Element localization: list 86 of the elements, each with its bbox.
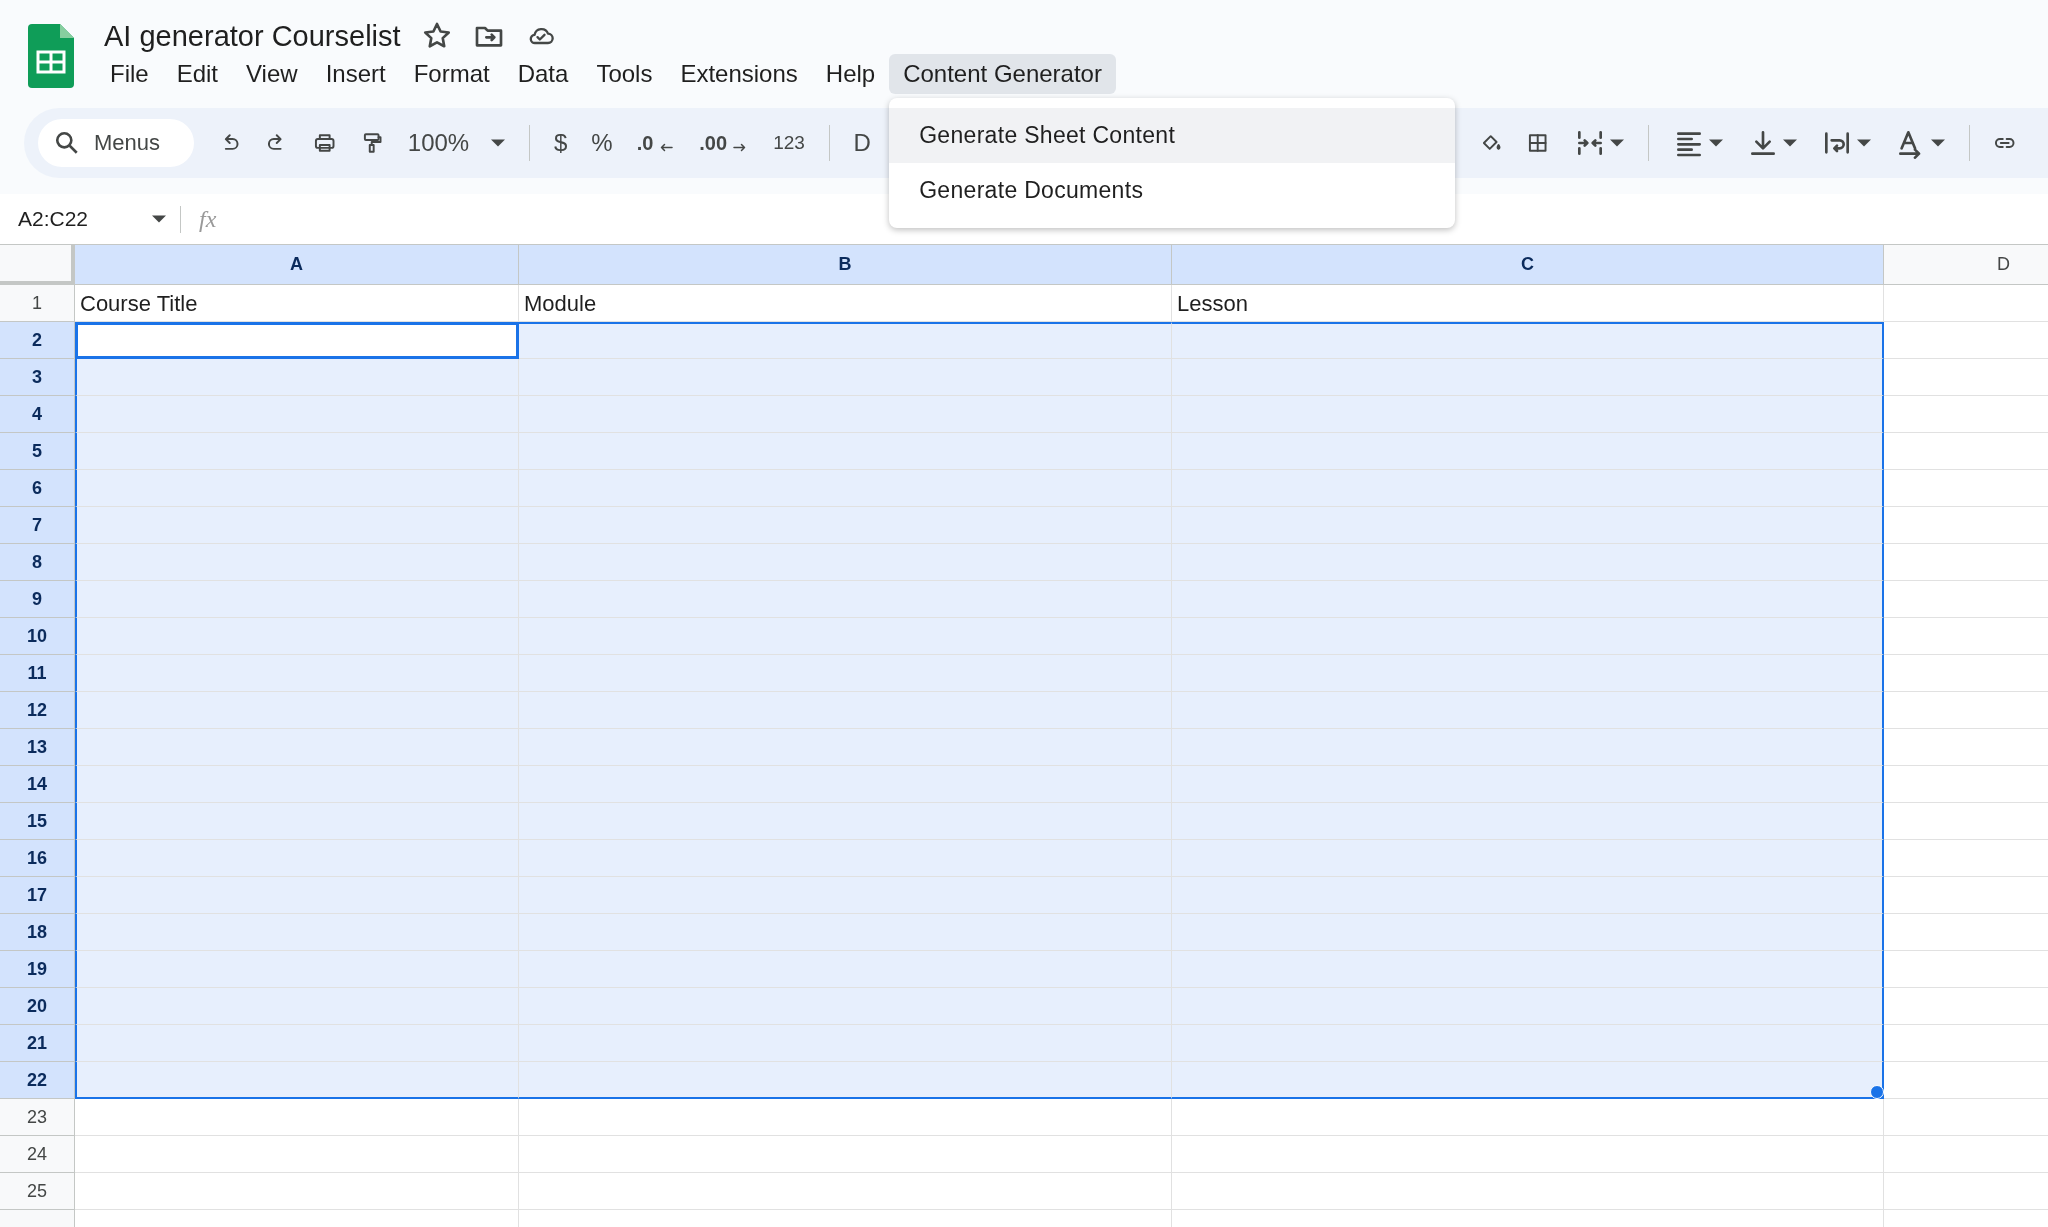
table-cell[interactable] — [1172, 988, 1884, 1025]
function-label: fx — [180, 205, 217, 233]
dropdown-item[interactable]: Generate Sheet Content — [889, 108, 1456, 163]
row-header[interactable]: 20 — [0, 988, 75, 1025]
table-cell[interactable] — [1172, 507, 1884, 544]
table-cell[interactable] — [1172, 655, 1884, 692]
row-header[interactable]: 3 — [0, 359, 75, 396]
table-cell[interactable] — [1172, 1025, 1884, 1062]
table-cell[interactable] — [1172, 433, 1884, 470]
document-title[interactable]: AI generator Courselist — [104, 19, 401, 53]
table-cell[interactable] — [1172, 396, 1884, 433]
menu-item[interactable]: Data — [503, 54, 583, 94]
row-header[interactable]: 19 — [0, 951, 75, 988]
table-cell[interactable] — [1172, 581, 1884, 618]
table-cell[interactable] — [1172, 322, 1884, 359]
row-header[interactable]: 14 — [0, 766, 75, 803]
row-header[interactable]: 18 — [0, 914, 75, 951]
column-header[interactable]: C — [1172, 245, 1884, 285]
menu-item[interactable]: View — [232, 54, 312, 94]
row-header[interactable]: 11 — [0, 655, 75, 692]
table-cell[interactable] — [1172, 1062, 1884, 1099]
table-cell[interactable] — [1172, 470, 1884, 507]
row-header[interactable]: 23 — [0, 1099, 75, 1136]
caret-icon[interactable] — [1609, 139, 1624, 147]
number-format[interactable]: 123 — [773, 132, 805, 154]
table-cell[interactable] — [1172, 544, 1884, 581]
row-header[interactable]: 25 — [0, 1173, 75, 1210]
table-cell[interactable] — [1172, 766, 1884, 803]
menu-item[interactable]: Help — [811, 54, 890, 94]
table-cell[interactable] — [1172, 692, 1884, 729]
row-header[interactable]: 17 — [0, 877, 75, 914]
row-header[interactable]: 24 — [0, 1136, 75, 1173]
row-header[interactable]: 13 — [0, 729, 75, 766]
fill-handle[interactable] — [1870, 1085, 1884, 1099]
table-cell[interactable] — [1172, 914, 1884, 951]
menu-item[interactable]: Edit — [162, 54, 233, 94]
select-all-corner[interactable] — [0, 245, 75, 285]
column-header[interactable]: D — [1884, 245, 2048, 285]
increase-decimal[interactable]: .00 — [699, 131, 728, 155]
caret-icon[interactable] — [1782, 139, 1797, 147]
row-header[interactable]: 7 — [0, 507, 75, 544]
table-cell[interactable] — [1172, 840, 1884, 877]
name-box[interactable]: A2:C22 — [18, 207, 138, 231]
font-select[interactable]: D — [853, 129, 871, 157]
menu-item[interactable]: Insert — [311, 54, 400, 94]
caret-icon[interactable] — [1708, 139, 1723, 147]
spreadsheet-logo-icon[interactable] — [28, 24, 74, 88]
search-icon — [54, 130, 80, 156]
menu-item[interactable]: File — [96, 54, 163, 94]
table-cell[interactable] — [1172, 951, 1884, 988]
table-cell[interactable] — [1172, 803, 1884, 840]
row-header[interactable]: 10 — [0, 618, 75, 655]
row-header[interactable]: 5 — [0, 433, 75, 470]
decrease-decimal[interactable]: .0 — [636, 131, 654, 155]
dropdown-item[interactable]: Generate Documents — [889, 163, 1456, 218]
caret-icon[interactable] — [491, 139, 506, 147]
table-cell[interactable] — [519, 322, 1172, 359]
caret-icon[interactable] — [152, 215, 166, 223]
row-header[interactable]: 4 — [0, 396, 75, 433]
table-cell[interactable] — [1172, 359, 1884, 396]
table-cell[interactable] — [1172, 618, 1884, 655]
zoom-select[interactable]: 100% — [407, 129, 470, 157]
percent-format[interactable]: % — [591, 129, 613, 157]
table-cell[interactable] — [75, 322, 519, 359]
row-header[interactable]: 9 — [0, 581, 75, 618]
menu-item[interactable]: Tools — [582, 54, 667, 94]
row-header[interactable]: 1 — [0, 285, 75, 322]
row-header[interactable]: 15 — [0, 803, 75, 840]
menu-item[interactable]: Format — [399, 54, 504, 94]
row-header[interactable]: 6 — [0, 470, 75, 507]
caret-icon[interactable] — [1930, 139, 1945, 147]
row-header[interactable]: 16 — [0, 840, 75, 877]
row-header[interactable]: 2 — [0, 322, 75, 359]
row-header[interactable]: 8 — [0, 544, 75, 581]
menu-item[interactable]: Content Generator — [889, 54, 1116, 94]
column-header[interactable]: B — [519, 245, 1172, 285]
column-header[interactable]: A — [75, 245, 519, 285]
currency-format[interactable]: $ — [553, 129, 568, 157]
menu-item[interactable]: Extensions — [666, 54, 812, 94]
row-header[interactable]: 12 — [0, 692, 75, 729]
row-header[interactable]: 21 — [0, 1025, 75, 1062]
table-cell[interactable] — [1172, 877, 1884, 914]
caret-icon[interactable] — [1856, 139, 1871, 147]
search-field[interactable]: Menus — [38, 119, 195, 167]
table-cell[interactable] — [1172, 729, 1884, 766]
row-header[interactable]: 22 — [0, 1062, 75, 1099]
